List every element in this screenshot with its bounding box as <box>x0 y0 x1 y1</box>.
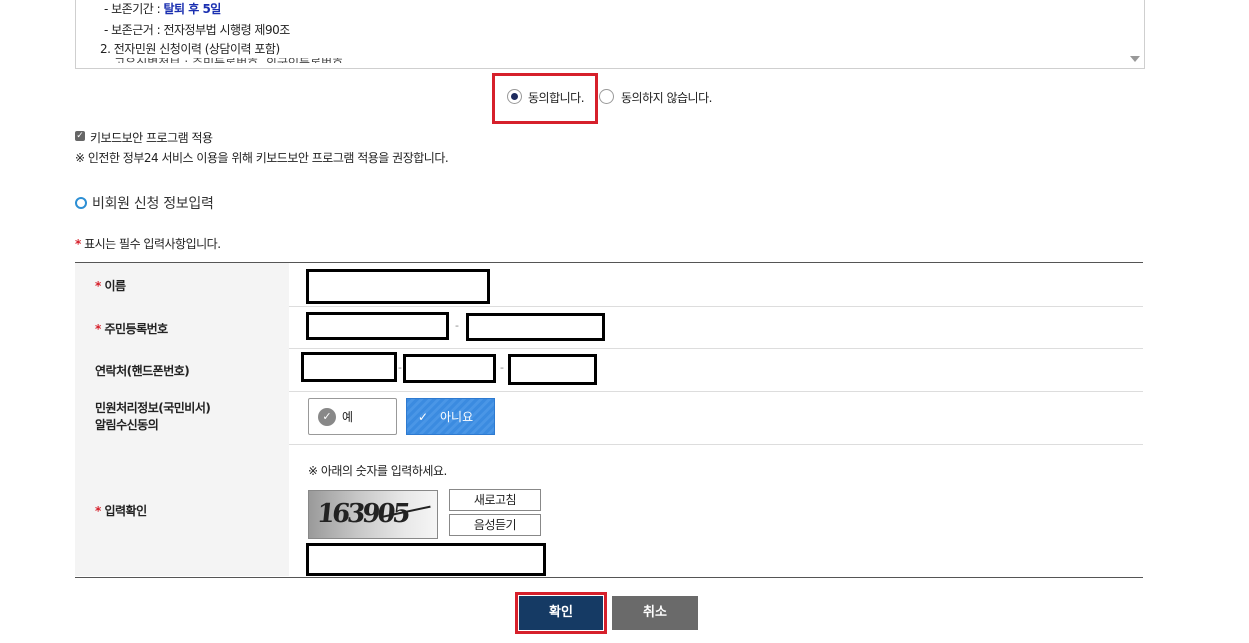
required-mark: * <box>95 322 101 336</box>
notify-header: 민원처리정보(국민비서) 알림수신동의 <box>75 391 289 444</box>
name-header: * 이름 <box>75 263 289 306</box>
notify-row: 민원처리정보(국민비서) 알림수신동의 ✓ 예 ✓ 아니요 <box>75 391 1143 445</box>
required-mark: * <box>95 279 101 293</box>
name-label-text: 이름 <box>104 279 126 293</box>
keyboard-security-notice: ※ 인전한 정부24 서비스 이용을 위해 키보드보안 프로그램 적용을 권장합… <box>75 151 449 165</box>
terms-retention-period: - 보존기간 : 탈퇴 후 5일 <box>104 0 221 17</box>
captcha-header: * 입력확인 <box>75 444 289 576</box>
required-note: * 표시는 필수 입력사항입니다. <box>75 235 221 252</box>
radio-selected-icon <box>507 89 522 104</box>
agree-radio[interactable] <box>507 89 522 107</box>
keyboard-security-label[interactable]: 키보드보안 프로그램 적용 <box>90 129 213 146</box>
notify-label-line2: 알림수신동의 <box>95 418 159 432</box>
check-circle-icon: ✓ <box>318 408 336 426</box>
scroll-down-arrow-icon[interactable] <box>1130 56 1140 62</box>
section-title: 비회원 신청 정보입력 <box>92 196 214 212</box>
notify-label: 민원처리정보(국민비서) 알림수신동의 <box>95 400 211 434</box>
terms-scroll-box[interactable]: - 보존기간 : 탈퇴 후 5일 - 보존근거 : 전자정부법 시행령 제90조… <box>75 0 1145 69</box>
rrn-separator: - <box>455 319 459 332</box>
confirm-button[interactable]: 확인 <box>519 596 603 630</box>
captcha-audio-button[interactable]: 음성듣기 <box>449 514 541 536</box>
name-input[interactable] <box>306 269 490 304</box>
applicant-form-table: * 이름 * 주민등록번호 - 연락처(핸드폰번호) - - 민원처리정보(국민… <box>75 262 1143 578</box>
rrn-label-text: 주민등록번호 <box>104 322 168 336</box>
check-icon: ✓ <box>418 410 429 424</box>
notify-yes-button[interactable]: ✓ 예 <box>308 398 397 435</box>
radio-unselected-icon <box>599 89 614 104</box>
phone-label: 연락처(핸드폰번호) <box>95 364 190 378</box>
notify-no-button[interactable]: ✓ 아니요 <box>406 398 495 435</box>
terms-retention-value: 탈퇴 후 5일 <box>163 2 221 16</box>
cancel-button[interactable]: 취소 <box>612 596 698 630</box>
captcha-label: * 입력확인 <box>95 502 147 519</box>
notify-label-line1: 민원처리정보(국민비서) <box>95 401 211 415</box>
phone-separator-1: - <box>398 361 402 374</box>
notify-no-label: 아니요 <box>440 410 474 424</box>
terms-retention-basis: - 보존근거 : 전자정부법 시행령 제90조 <box>104 23 290 37</box>
phone-header: 연락처(핸드폰번호) <box>75 348 289 391</box>
terms-retention-label: - 보존기간 : <box>104 2 164 16</box>
phone-separator-2: - <box>500 361 504 374</box>
section-bullet-icon <box>75 197 87 209</box>
rrn-label: * 주민등록번호 <box>95 320 168 337</box>
name-label: * 이름 <box>95 277 126 294</box>
captcha-label-text: 입력확인 <box>104 504 147 518</box>
captcha-input[interactable] <box>306 543 546 576</box>
rrn-back-input[interactable] <box>466 313 605 341</box>
captcha-hint: ※ 아래의 숫자를 입력하세요. <box>308 464 447 478</box>
captcha-row: * 입력확인 ※ 아래의 숫자를 입력하세요. 163905 새로고침 음성듣기 <box>75 444 1143 576</box>
notify-yes-label: 예 <box>342 410 354 424</box>
agree-label[interactable]: 동의합니다. <box>528 89 585 106</box>
required-note-text: 표시는 필수 입력사항입니다. <box>80 237 221 251</box>
phone-row: 연락처(핸드폰번호) - - <box>75 348 1143 392</box>
required-mark: * <box>95 504 101 518</box>
phone-part3-input[interactable] <box>508 354 597 385</box>
phone-part2-input[interactable] <box>403 354 496 383</box>
keyboard-security-checkbox[interactable]: ✓ <box>75 131 85 141</box>
captcha-refresh-button[interactable]: 새로고침 <box>449 489 541 511</box>
captcha-image: 163905 <box>308 490 438 539</box>
rrn-front-input[interactable] <box>306 312 449 340</box>
phone-part1-input[interactable] <box>301 352 397 382</box>
terms-item-2: 2. 전자민원 신청이력 (상담이력 포함) <box>100 42 280 56</box>
rrn-header: * 주민등록번호 <box>75 306 289 348</box>
name-row: * 이름 <box>75 263 1143 307</box>
disagree-label[interactable]: 동의하지 않습니다. <box>621 89 712 106</box>
terms-item-cut: - 고유식별정보 : 주민등록번호, 외국인등록번호 <box>106 58 343 63</box>
disagree-radio[interactable] <box>599 89 614 107</box>
rrn-row: * 주민등록번호 - <box>75 306 1143 349</box>
